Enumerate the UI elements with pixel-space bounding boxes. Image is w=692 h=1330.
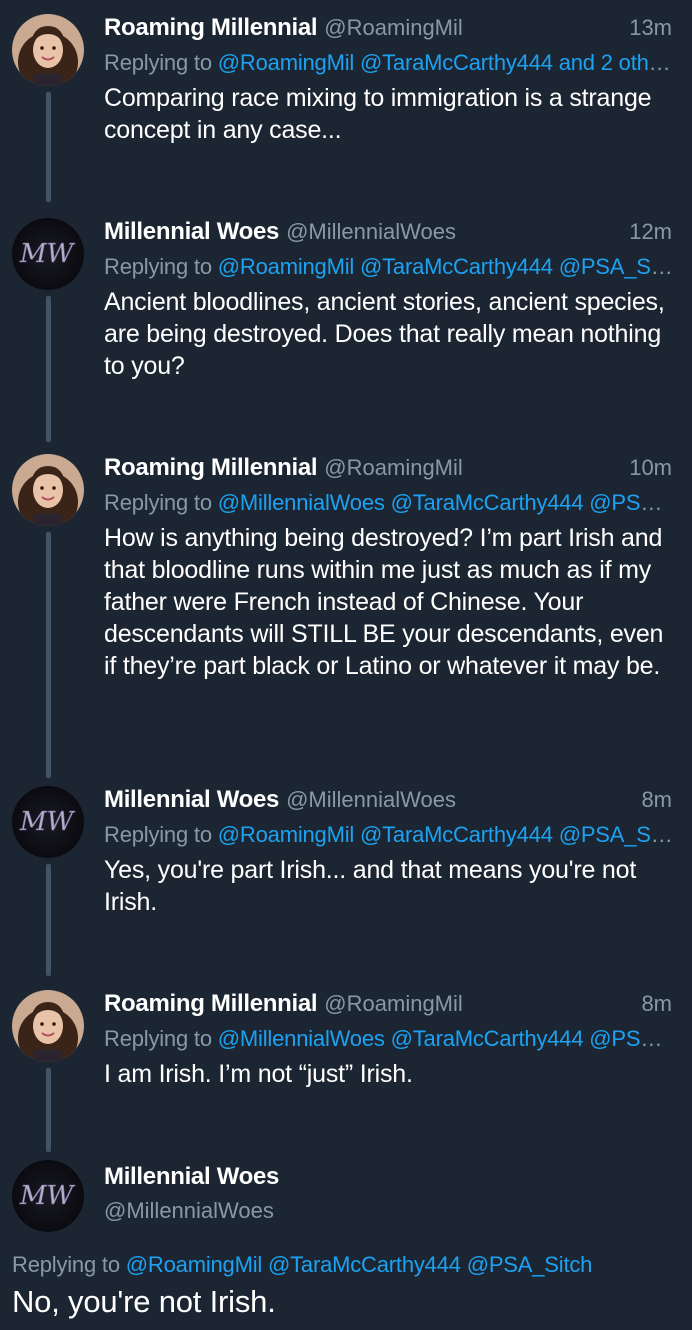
tweet-1[interactable]: Roaming Millennial @RoamingMil 13m Reply…: [0, 14, 692, 214]
author-name[interactable]: Roaming Millennial: [104, 990, 318, 1018]
reply-link[interactable]: @RoamingMil: [126, 1252, 262, 1277]
reply-link[interactable]: @TaraMcCarthy444: [391, 1026, 584, 1051]
tweet-2[interactable]: MW Millennial Woes @MillennialWoes 12m R…: [0, 218, 692, 448]
reply-link-others[interactable]: and 2 others: [559, 50, 674, 75]
thread-line: [46, 296, 51, 442]
reply-link[interactable]: @TaraMcCarthy444: [360, 50, 553, 75]
avatar-roaming-millennial[interactable]: [12, 454, 84, 526]
tweet-text: Yes, you're part Irish... and that means…: [104, 856, 637, 916]
replying-to: Replying to @RoamingMil @TaraMcCarthy444…: [104, 50, 674, 82]
reply-link[interactable]: @PSA_Sitch: [559, 822, 674, 847]
thread-line: [46, 1068, 51, 1152]
svg-text:MW: MW: [19, 807, 76, 837]
timestamp[interactable]: 8m: [641, 991, 672, 1017]
thread-line: [46, 864, 51, 976]
reply-link[interactable]: @PSA_Sitch: [467, 1252, 593, 1277]
replying-prefix: Replying to: [104, 50, 212, 75]
tweet-text: I am Irish. I’m not “just” Irish.: [104, 1060, 413, 1088]
thread-line: [46, 92, 51, 202]
tweet-text: Ancient bloodlines, ancient stories, anc…: [104, 288, 665, 380]
svg-text:MW: MW: [19, 239, 76, 269]
reply-link[interactable]: @MillennialWoes: [218, 490, 385, 515]
author-handle[interactable]: @RoamingMil: [324, 455, 462, 481]
replying-prefix: Replying to: [104, 822, 212, 847]
replying-prefix: Replying to: [104, 254, 212, 279]
replying-to: Replying to @MillennialWoes @TaraMcCarth…: [104, 490, 674, 522]
timestamp[interactable]: 12m: [629, 219, 672, 245]
reply-link[interactable]: @TaraMcCarthy444: [360, 822, 553, 847]
avatar-millennial-woes[interactable]: MW: [12, 786, 84, 858]
timestamp[interactable]: 10m: [629, 455, 672, 481]
timestamp[interactable]: 8m: [641, 787, 672, 813]
author-name[interactable]: Millennial Woes: [104, 786, 279, 814]
author-handle[interactable]: @MillennialWoes: [104, 1194, 279, 1228]
replying-to: Replying to @RoamingMil @TaraMcCarthy444…: [104, 822, 674, 854]
reply-link[interactable]: @TaraMcCarthy444: [360, 254, 553, 279]
author-name[interactable]: Millennial Woes: [104, 218, 279, 246]
tweet-text: No, you're not Irish.: [12, 1284, 276, 1319]
avatar-roaming-millennial[interactable]: [12, 14, 84, 86]
author-handle[interactable]: @MillennialWoes: [286, 787, 456, 813]
reply-link[interactable]: @RoamingMil: [218, 50, 354, 75]
tweet-3[interactable]: Roaming Millennial @RoamingMil 10m Reply…: [0, 454, 692, 774]
reply-link[interactable]: @MillennialWoes: [218, 1026, 385, 1051]
avatar-roaming-millennial[interactable]: [12, 990, 84, 1062]
author-name[interactable]: Millennial Woes: [104, 1160, 279, 1194]
reply-link[interactable]: @TaraMcCarthy444: [268, 1252, 461, 1277]
tweet-focused[interactable]: MW Millennial Woes @MillennialWoes Reply…: [0, 1160, 692, 1330]
reply-link[interactable]: @PSA_...: [589, 1026, 674, 1051]
replying-prefix: Replying to: [104, 1026, 212, 1051]
replying-to: Replying to @RoamingMil @TaraMcCarthy444…: [12, 1252, 682, 1278]
avatar-millennial-woes[interactable]: MW: [12, 1160, 84, 1232]
tweet-text: How is anything being destroyed? I’m par…: [104, 524, 664, 680]
reply-link[interactable]: @RoamingMil: [218, 254, 354, 279]
reply-link[interactable]: @TaraMcCarthy444: [391, 490, 584, 515]
reply-link[interactable]: @PSA_...: [589, 490, 674, 515]
author-handle[interactable]: @RoamingMil: [324, 991, 462, 1017]
replying-prefix: Replying to: [104, 490, 212, 515]
tweet-4[interactable]: MW Millennial Woes @MillennialWoes 8m Re…: [0, 786, 692, 976]
svg-text:MW: MW: [19, 1181, 76, 1211]
timestamp[interactable]: 13m: [629, 15, 672, 41]
author-handle[interactable]: @RoamingMil: [324, 15, 462, 41]
avatar-millennial-woes[interactable]: MW: [12, 218, 84, 290]
tweet-5[interactable]: Roaming Millennial @RoamingMil 8m Replyi…: [0, 990, 692, 1150]
replying-to: Replying to @RoamingMil @TaraMcCarthy444…: [104, 254, 674, 286]
replying-to: Replying to @MillennialWoes @TaraMcCarth…: [104, 1026, 674, 1058]
reply-link[interactable]: @RoamingMil: [218, 822, 354, 847]
author-handle[interactable]: @MillennialWoes: [286, 219, 456, 245]
tweet-text: Comparing race mixing to immigration is …: [104, 84, 652, 144]
author-name[interactable]: Roaming Millennial: [104, 14, 318, 42]
reply-link[interactable]: @PSA_Sitch: [559, 254, 674, 279]
author-name[interactable]: Roaming Millennial: [104, 454, 318, 482]
thread-line: [46, 532, 51, 778]
replying-prefix: Replying to: [12, 1252, 120, 1277]
